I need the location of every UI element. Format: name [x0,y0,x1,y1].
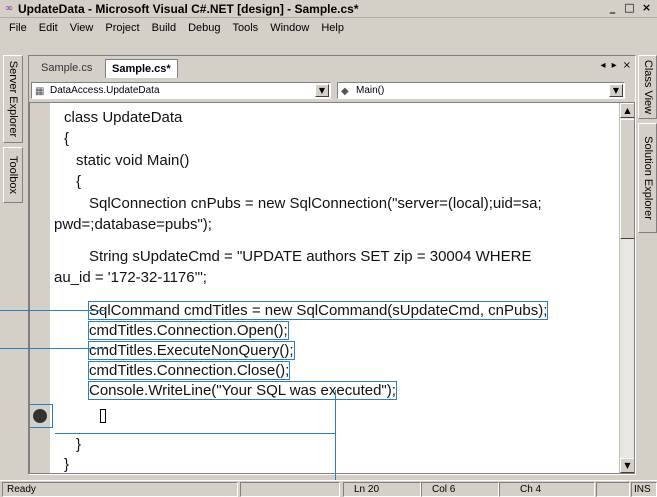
server-explorer-tab[interactable]: Server Explorer [3,55,23,143]
status-column: Col 6 [421,482,499,497]
code-line: { [76,173,82,190]
status-line: Ln 20 [343,482,421,497]
scroll-tabs-right-icon[interactable]: ▸ [612,60,617,71]
server-explorer-label: Server Explorer [7,60,19,138]
callout-line [55,433,335,434]
code-line-highlighted: cmdTitles.Connection.Close(); [87,361,291,380]
status-char: Ch 4 [499,482,595,497]
menu-edit[interactable]: Edit [33,19,64,38]
maximize-button[interactable]: □ [622,2,637,15]
minimize-button[interactable]: _ [605,2,620,15]
close-document-icon[interactable]: × [623,60,631,71]
code-line: pwd=;database=pubs"); [54,216,212,233]
code-line: } [64,456,70,473]
menu-view[interactable]: View [64,19,100,38]
code-line: au_id = '172-32-1176'"; [54,269,207,286]
solution-explorer-tab[interactable]: Solution Explorer [638,123,657,233]
menu-window[interactable]: Window [264,19,315,38]
method-icon: ◆ [341,86,349,97]
toolbox-tab[interactable]: Toolbox [3,147,23,203]
scroll-tabs-left-icon[interactable]: ◂ [601,60,606,71]
status-blank [240,482,340,497]
code-line: String sUpdateCmd = "UPDATE authors SET … [89,248,532,265]
code-line-highlighted: cmdTitles.ExecuteNonQuery(); [88,341,295,360]
status-bar: Ready Ln 20 Col 6 Ch 4 INS [0,480,657,497]
tab-sample-cs-modified[interactable]: Sample.cs* [105,59,178,78]
breakpoint-icon[interactable] [33,409,47,423]
menu-project[interactable]: Project [99,19,145,38]
member-dropdown-value: Main() [356,85,385,96]
scroll-up-icon[interactable]: ▲ [620,103,634,118]
code-line-highlighted: SqlCommand cmdTitles = new SqlCommand(sU… [87,301,549,320]
visual-studio-icon: ∞ [4,3,14,14]
document-tab-strip: Sample.cs Sample.cs* ◂ ▸ × [29,56,635,78]
type-dropdown[interactable]: ▦ DataAccess.UpdateData ▼ [31,82,331,99]
scrollbar-thumb[interactable] [620,119,634,239]
status-ready: Ready [2,482,238,497]
window-title: UpdateData - Microsoft Visual C#.NET [de… [18,2,359,16]
status-blank-2 [596,482,630,497]
tab-sample-cs[interactable]: Sample.cs [35,59,98,78]
title-bar: ∞ UpdateData - Microsoft Visual C#.NET [… [0,0,657,18]
chevron-down-icon[interactable]: ▼ [609,84,623,97]
code-line: static void Main() [76,152,190,169]
type-dropdown-value: DataAccess.UpdateData [50,85,160,96]
right-tool-rail: Class View Solution Explorer [638,55,657,475]
class-icon: ▦ [35,86,45,97]
code-line: { [64,130,70,147]
ide-window: ∞ UpdateData - Microsoft Visual C#.NET [… [0,0,657,497]
class-view-tab[interactable]: Class View [638,55,657,119]
chevron-down-icon[interactable]: ▼ [315,84,329,97]
document-area: Sample.cs Sample.cs* ◂ ▸ × ▦ DataAccess.… [28,55,636,475]
solution-explorer-label: Solution Explorer [641,136,654,220]
scroll-down-icon[interactable]: ▼ [620,458,634,473]
callout-line [0,310,106,311]
callout-line [0,348,106,349]
code-line: class UpdateData [64,109,183,126]
code-line-highlighted: Console.WriteLine("Your SQL was executed… [88,381,397,400]
menu-tools[interactable]: Tools [227,19,265,38]
menu-build[interactable]: Build [146,19,182,38]
left-tool-rail: Server Explorer Toolbox [0,55,26,475]
code-line-highlighted: cmdTitles.Connection.Open(); [88,321,289,340]
member-dropdown[interactable]: ◆ Main() ▼ [337,82,625,99]
menu-help[interactable]: Help [315,19,350,38]
code-line: } [76,436,82,453]
menu-file[interactable]: File [3,19,33,38]
menu-debug[interactable]: Debug [182,19,226,38]
vertical-scrollbar[interactable]: ▲ ▼ [619,103,634,473]
text-cursor [100,409,106,423]
close-button[interactable]: × [639,2,654,15]
code-editor[interactable]: class UpdateData { static void Main() { … [29,102,635,474]
menu-bar: File Edit View Project Build Debug Tools… [0,19,657,38]
toolbox-label: Toolbox [7,156,19,194]
navigation-bar: ▦ DataAccess.UpdateData ▼ ◆ Main() ▼ [29,79,635,101]
class-view-label: Class View [641,59,654,115]
status-insert-mode: INS [631,482,657,497]
code-line: SqlConnection cnPubs = new SqlConnection… [89,195,542,212]
